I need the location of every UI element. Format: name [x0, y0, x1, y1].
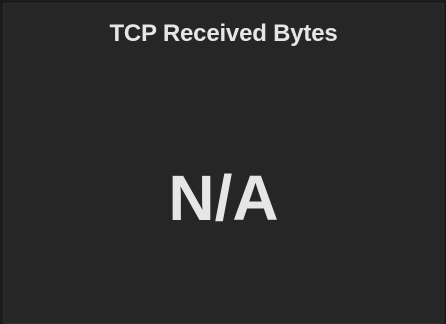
panel-title[interactable]: TCP Received Bytes	[4, 20, 443, 48]
stat-panel: TCP Received Bytes N/A	[3, 3, 444, 324]
stat-value: N/A	[168, 162, 279, 234]
